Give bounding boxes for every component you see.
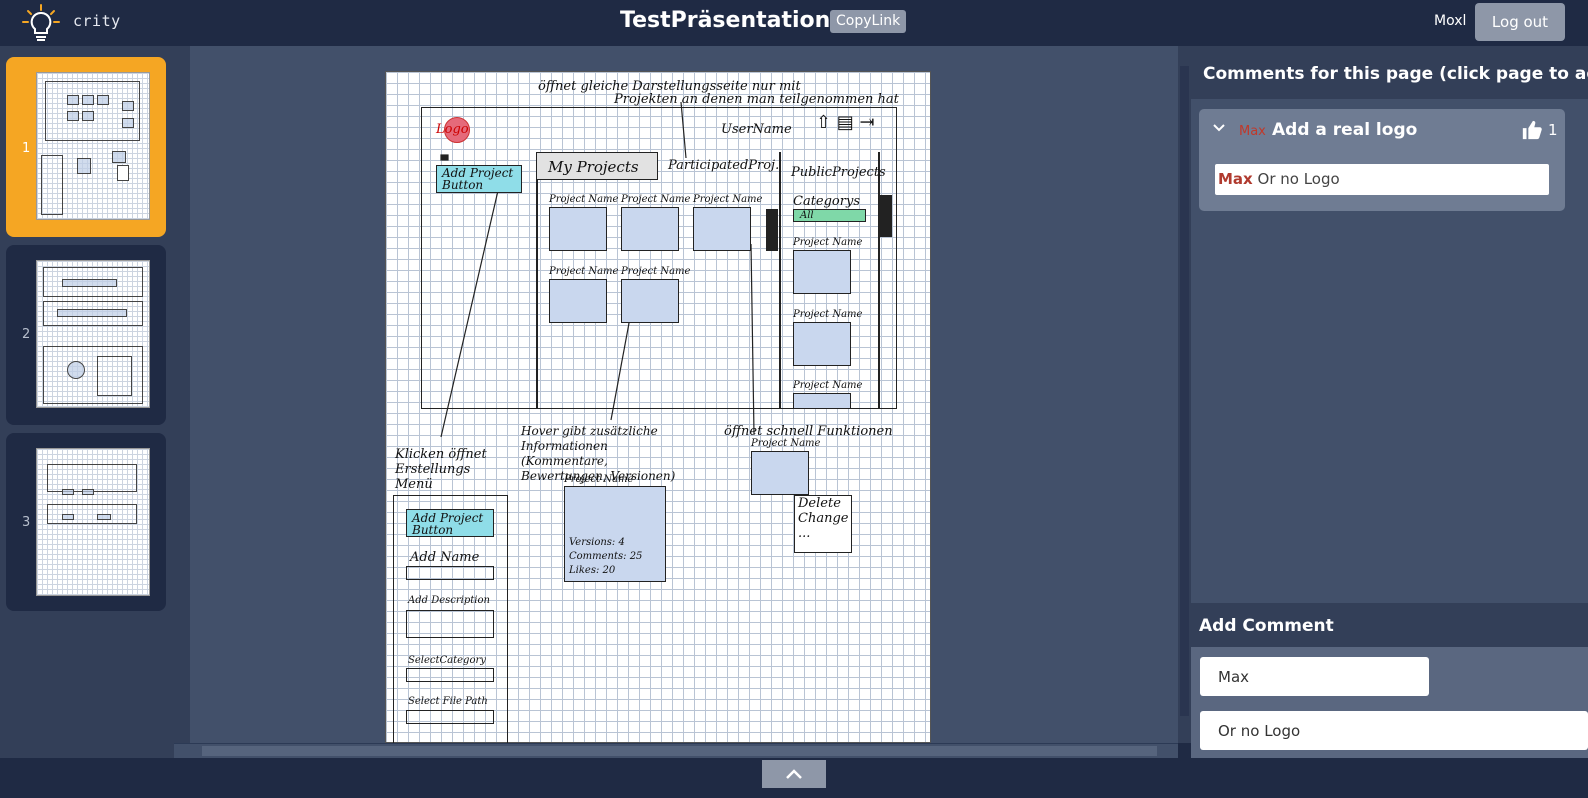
sketch-category-all: All <box>800 210 814 221</box>
sketch-divider-right-2 <box>878 152 880 409</box>
slide-number: 2 <box>22 327 31 342</box>
sketch-project-card <box>549 207 607 251</box>
slide-preview <box>36 72 150 220</box>
note-top-2: Projekten an denen man teilgenommen hat <box>614 92 899 107</box>
sketch-description-field <box>406 610 494 638</box>
reply-author: Max <box>1218 170 1253 188</box>
sketch-menu-add-label: Add Project Button <box>412 511 484 537</box>
note-quick: öffnet schnell Funktionen <box>724 424 893 439</box>
sketch-project-name: Project Name <box>549 266 619 277</box>
brand-name: crity <box>73 12 121 30</box>
comment-text-input[interactable] <box>1200 711 1588 750</box>
slide-thumbnails: 1 2 3 <box>0 46 174 758</box>
sketch-icons: ⇧ ▤ ⇥ <box>816 112 875 133</box>
add-comment-form <box>1191 647 1588 758</box>
comments-title: Comments for this page (click page to ad… <box>1203 64 1588 84</box>
sketch-tab-my-label: My Projects <box>548 158 639 176</box>
top-bar: crity TestPräsentation CopyLink Moxl Log… <box>0 0 1588 46</box>
scrollbar-thumb[interactable] <box>202 746 1157 756</box>
bottom-bar <box>0 758 1588 798</box>
sketch-divider-right <box>779 152 781 409</box>
sketch-project-name: Project Name <box>793 237 863 248</box>
comment-name-input[interactable] <box>1200 657 1429 696</box>
slide-canvas[interactable]: öffnet gleiche Darstellungsseite nur mit… <box>190 46 1178 743</box>
sketch-project-name: Project Name <box>564 474 634 485</box>
expand-toggle-button[interactable] <box>762 760 826 788</box>
slide-thumb-2[interactable]: 2 <box>6 245 166 425</box>
slide-page[interactable]: öffnet gleiche Darstellungsseite nur mit… <box>385 71 931 743</box>
scrollbar-thumb[interactable] <box>1180 66 1189 716</box>
sketch-project-name: Project Name <box>549 194 619 205</box>
sketch-add-description: Add Description <box>408 595 490 606</box>
sketch-project-name: Project Name <box>793 309 863 320</box>
sketch-name-field <box>406 566 494 580</box>
sketch-project-card <box>793 322 851 366</box>
comment-text: Add a real logo <box>1272 120 1418 140</box>
slide-thumb-3[interactable]: 3 <box>6 433 166 611</box>
sketch-category-field <box>406 668 494 682</box>
add-comment-title: Add Comment <box>1199 616 1334 636</box>
sketch-logo-label: Logo <box>436 122 469 137</box>
slide-preview <box>36 448 150 596</box>
presentation-title: TestPräsentation <box>620 8 831 33</box>
note-click: Klicken öffnet Erstellungs Menü <box>395 447 487 492</box>
slide-number: 3 <box>22 515 31 530</box>
canvas-vertical-scrollbar[interactable] <box>1178 46 1191 743</box>
canvas-horizontal-scrollbar[interactable] <box>174 743 1178 758</box>
logout-button[interactable]: Log out <box>1475 3 1565 41</box>
sketch-divider <box>536 152 538 409</box>
sketch-add-project-label: Add Project Button <box>442 166 514 192</box>
sketch-project-name: Project Name <box>621 266 691 277</box>
sketch-project-card <box>693 207 751 251</box>
reply-text: Or no Logo <box>1257 170 1340 188</box>
slide-preview <box>36 260 150 408</box>
comment-card: Max Add a real logo 1 Max Or no Logo <box>1199 109 1565 211</box>
sketch-file-field <box>406 710 494 724</box>
sketch-username: UserName <box>721 122 792 137</box>
sketch-select-category: SelectCategory <box>408 655 486 666</box>
sketch-change: Change <box>798 511 849 526</box>
sketch-comments: Comments: 25 <box>569 551 643 562</box>
slide-thumb-1[interactable]: 1 <box>6 57 166 237</box>
sketch-tab-participated: ParticipatedProj. <box>668 158 780 173</box>
sketch-project-name: Project Name <box>621 194 691 205</box>
comment-reply: Max Or no Logo <box>1215 164 1549 195</box>
sketch-project-name: Project Name <box>751 438 821 449</box>
sketch-likes: Likes: 20 <box>569 565 616 576</box>
comments-panel: Comments for this page (click page to ad… <box>1191 46 1588 758</box>
sketch-categorys: Categorys <box>793 194 860 209</box>
chevron-down-icon[interactable] <box>1211 119 1227 135</box>
copy-link-button[interactable]: CopyLink <box>830 10 907 33</box>
sketch-project-card <box>751 451 809 495</box>
sketch-versions: Versions: 4 <box>569 537 625 548</box>
sketch-public-projects: PublicProjects <box>791 165 886 180</box>
sketch-scrollbar <box>880 195 892 237</box>
sketch-project-card <box>621 279 679 323</box>
sketch-project-name: Project Name <box>793 380 863 391</box>
sketch-scrollbar <box>766 209 778 251</box>
username: Moxl <box>1434 13 1467 29</box>
sketch-select-file-path: Select File Path <box>408 696 488 707</box>
sketch-more: ... <box>798 526 811 541</box>
chevron-up-icon <box>786 769 802 779</box>
sketch-project-name: Project Name <box>693 194 763 205</box>
sidebar-scrollbar[interactable] <box>174 46 190 758</box>
sketch-project-card <box>793 250 851 294</box>
lightbulb-icon[interactable] <box>20 2 62 44</box>
thumbs-up-icon[interactable] <box>1521 119 1543 141</box>
add-comment-header: Add Comment <box>1191 603 1588 647</box>
comments-header: Comments for this page (click page to ad… <box>1191 46 1588 99</box>
sketch-delete: Delete <box>798 496 841 511</box>
sketch-project-card <box>793 393 851 409</box>
slide-number: 1 <box>22 141 31 156</box>
sketch-project-card <box>549 279 607 323</box>
comment-likes: 1 <box>1548 121 1558 139</box>
comment-author: Max <box>1239 124 1266 139</box>
sketch-add-name: Add Name <box>410 550 480 565</box>
sketch-project-card <box>621 207 679 251</box>
